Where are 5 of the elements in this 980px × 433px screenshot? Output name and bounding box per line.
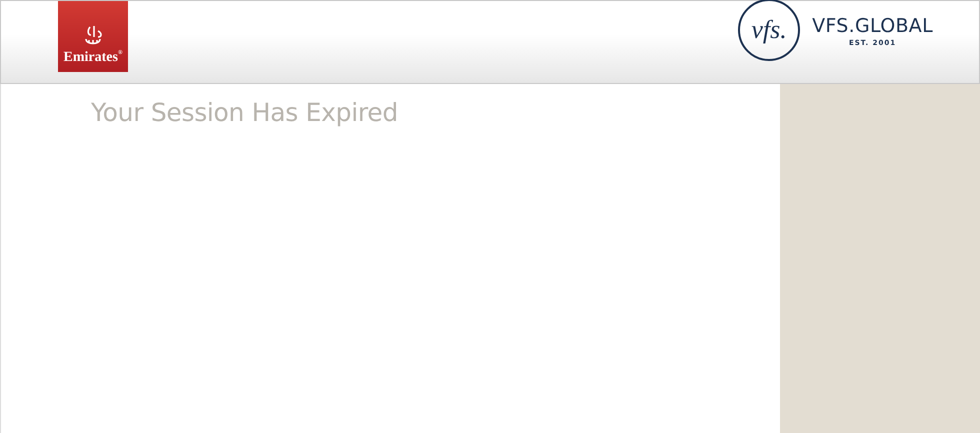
monogram-badge[interactable]: vfs. [738, 0, 800, 61]
airline-logo[interactable]: Emirates$^{®}$ [58, 1, 128, 72]
brand-name: VFS.GLOBAL [812, 15, 933, 37]
airline-name: Emirates$^{®}$ [64, 50, 122, 65]
page-title: Your Session Has Expired [91, 98, 399, 127]
